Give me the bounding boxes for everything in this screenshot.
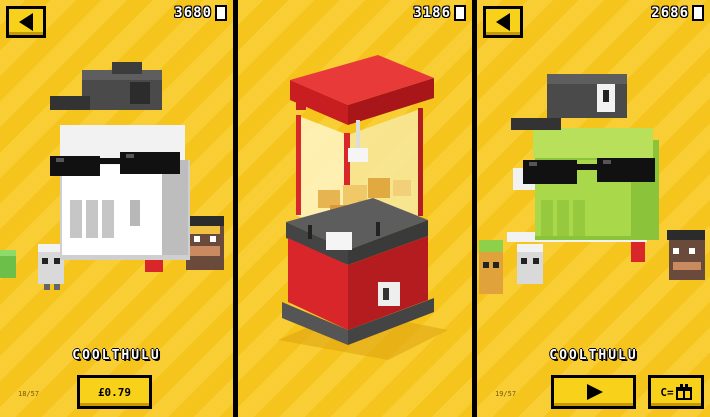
- buy-price-button[interactable]: £0.79: [77, 375, 152, 409]
- character-name: COOLTHULU: [549, 348, 638, 363]
- gift-button[interactable]: C=: [648, 375, 704, 409]
- play-button[interactable]: [551, 375, 636, 409]
- prize-machine[interactable]: [238, 0, 472, 417]
- main-character: [507, 74, 659, 262]
- main-character: [50, 62, 190, 272]
- side-character-robot: [517, 244, 543, 284]
- side-character-green: [0, 250, 16, 278]
- play-icon: [587, 384, 603, 400]
- character-name: COOLTHULU: [72, 348, 161, 363]
- gift-icon: [675, 384, 692, 400]
- right-panel: 2686 COOLTHULU 19/57: [477, 0, 710, 417]
- left-panel: 3680 COOLTHULU 18/57 £0.79: [0, 0, 233, 417]
- gift-label: C=: [660, 385, 674, 399]
- side-character-brown: [667, 230, 705, 280]
- side-character-brown: [186, 216, 224, 270]
- character-scene: [0, 62, 224, 290]
- character-counter: 19/57: [495, 390, 517, 398]
- middle-panel: 3186: [238, 0, 472, 417]
- character-scene: [479, 74, 705, 294]
- character-counter: 18/57: [18, 390, 40, 398]
- side-character-cat: [479, 240, 503, 294]
